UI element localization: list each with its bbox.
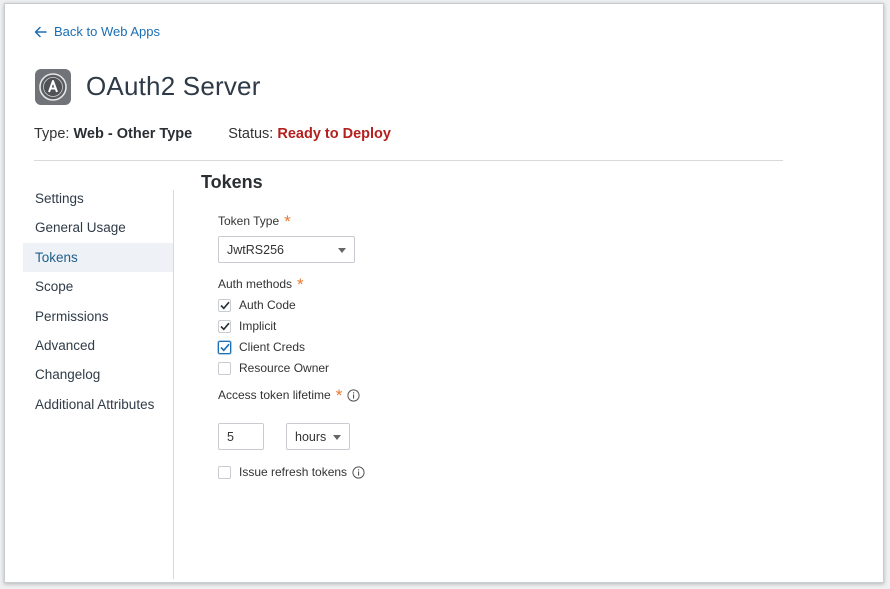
app-logo-icon: [35, 69, 71, 105]
resource-owner-option[interactable]: Resource Owner: [218, 361, 329, 375]
checkmark-icon: [219, 301, 230, 309]
lifetime-label-text: Access token lifetime: [218, 388, 331, 402]
token-type-select[interactable]: JwtRS256: [218, 236, 355, 263]
resource-owner-label: Resource Owner: [239, 361, 330, 375]
info-icon[interactable]: [352, 465, 365, 479]
app-type: Type: Web - Other Type: [34, 126, 192, 142]
app-meta: Type: Web - Other Type Status: Ready to …: [34, 126, 391, 142]
sidebar-item-changelog[interactable]: Changelog: [23, 360, 173, 389]
lifetime-value-input[interactable]: [218, 423, 264, 450]
token-type-label: Token Type *: [218, 212, 291, 231]
resource-owner-checkbox[interactable]: [218, 361, 231, 375]
required-marker: *: [284, 212, 291, 231]
auth-code-label: Auth Code: [239, 298, 296, 312]
implicit-option[interactable]: Implicit: [218, 319, 276, 333]
sidebar-item-additional-attributes[interactable]: Additional Attributes: [23, 390, 173, 419]
page-title: OAuth2 Server: [86, 71, 261, 101]
required-marker: *: [297, 275, 304, 294]
header-divider: [34, 160, 783, 161]
sidebar-divider: [173, 190, 174, 579]
checkmark-icon: [219, 343, 230, 351]
sidebar-item-general-usage[interactable]: General Usage: [23, 213, 173, 242]
chevron-down-icon: [338, 247, 346, 253]
chevron-down-icon: [333, 434, 341, 440]
type-label: Type:: [34, 126, 70, 142]
token-type-value: JwtRS256: [227, 242, 284, 257]
sidebar-item-tokens[interactable]: Tokens: [23, 242, 173, 273]
arrow-left-icon: [34, 26, 47, 37]
status-label: Status:: [228, 126, 274, 142]
access-token-lifetime-label: Access token lifetime *: [218, 386, 360, 405]
sidebar-item-scope[interactable]: Scope: [23, 272, 173, 301]
back-link-label: Back to Web Apps: [54, 24, 160, 39]
sidebar-item-advanced[interactable]: Advanced: [23, 331, 173, 360]
auth-methods-label: Auth methods *: [218, 275, 304, 294]
checkmark-icon: [219, 322, 230, 330]
client-creds-option[interactable]: Client Creds: [218, 340, 305, 354]
client-creds-label: Client Creds: [239, 340, 306, 354]
client-creds-checkbox[interactable]: [218, 340, 231, 354]
type-value: Web - Other Type: [73, 126, 193, 142]
required-marker: *: [335, 386, 343, 405]
token-type-label-text: Token Type: [218, 214, 280, 228]
issue-refresh-tokens-checkbox[interactable]: [218, 465, 231, 479]
sidebar-item-settings[interactable]: Settings: [23, 184, 173, 213]
auth-code-checkbox[interactable]: [218, 298, 231, 312]
sidebar-item-permissions[interactable]: Permissions: [23, 302, 173, 331]
status-badge: Ready to Deploy: [277, 126, 391, 142]
info-icon[interactable]: [347, 388, 360, 402]
issue-refresh-tokens-option[interactable]: Issue refresh tokens: [218, 465, 365, 479]
auth-code-option[interactable]: Auth Code: [218, 298, 296, 312]
back-to-web-apps-link[interactable]: Back to Web Apps: [34, 24, 160, 39]
section-title: Tokens: [201, 172, 263, 192]
sidebar-nav: Settings General Usage Tokens Scope Perm…: [23, 184, 173, 419]
auth-methods-label-text: Auth methods: [218, 277, 293, 291]
issue-refresh-tokens-label: Issue refresh tokens: [239, 465, 348, 479]
app-status: Status: Ready to Deploy: [228, 126, 391, 142]
lifetime-unit-select[interactable]: hours: [286, 423, 350, 450]
implicit-label: Implicit: [239, 319, 277, 333]
lifetime-unit-value: hours: [295, 429, 327, 444]
implicit-checkbox[interactable]: [218, 319, 231, 333]
